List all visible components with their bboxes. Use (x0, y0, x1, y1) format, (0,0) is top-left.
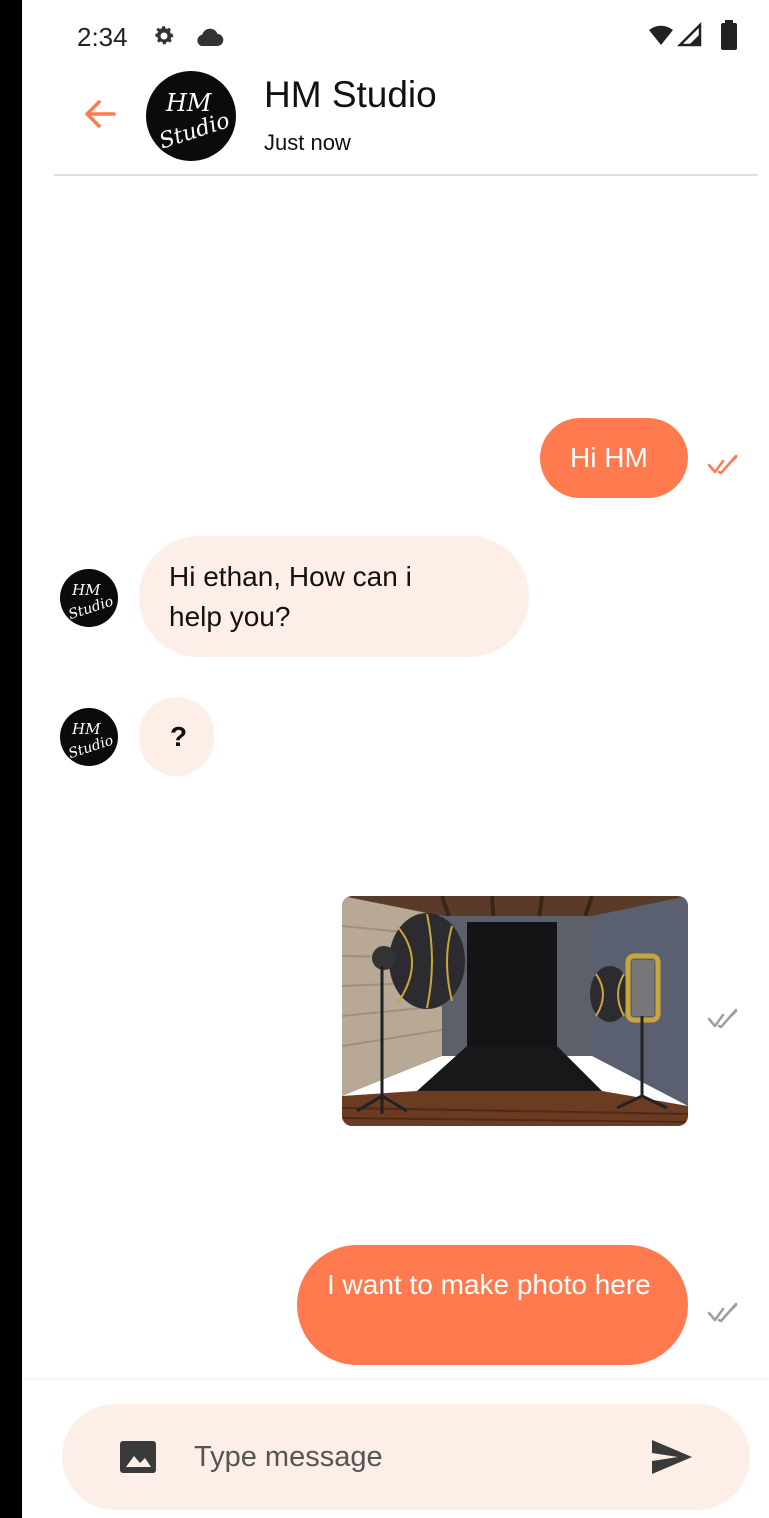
svg-text:HM: HM (165, 89, 213, 117)
image-icon[interactable] (118, 1439, 158, 1475)
message-text: I want to make photo here (327, 1269, 651, 1300)
composer-area (22, 1380, 769, 1518)
photo-studio-image[interactable] (342, 896, 688, 1126)
send-icon[interactable] (650, 1437, 694, 1477)
chat-last-seen: Just now (264, 130, 351, 155)
svg-text:HM: HM (71, 581, 101, 599)
hm-studio-logo: HM Studio (156, 89, 233, 155)
wifi-icon (649, 25, 673, 45)
avatar[interactable]: HM Studio (146, 71, 236, 161)
studio-photo (342, 896, 688, 1126)
message-text: ? (170, 721, 188, 752)
battery-icon (721, 20, 737, 50)
message-composer (62, 1404, 750, 1510)
message-text: Hi ethan, How can i help you? (169, 561, 412, 632)
message-received[interactable]: ? (139, 697, 214, 776)
avatar[interactable]: HM Studio (60, 708, 118, 766)
chat-header: HM Studio HM Studio Just now (22, 68, 769, 176)
chat-title: HM Studio (264, 74, 437, 115)
status-bar: 2:34 (22, 0, 769, 68)
chat-screen: 2:34 HM Studio HM Studio Just now Hi HM … (22, 0, 769, 1518)
signal-icon (677, 22, 702, 47)
message-received[interactable]: Hi ethan, How can i help you? (139, 536, 529, 657)
message-text: Hi HM (570, 442, 648, 473)
message-input[interactable] (194, 1432, 624, 1482)
message-sent[interactable]: I want to make photo here (297, 1245, 688, 1365)
header-divider (54, 174, 758, 176)
double-check-icon (707, 454, 738, 475)
message-sent[interactable]: Hi HM (540, 418, 688, 498)
arrow-left-icon[interactable] (80, 94, 120, 134)
double-check-icon (707, 1008, 738, 1029)
hm-studio-logo: HM Studio (67, 720, 116, 762)
avatar[interactable]: HM Studio (60, 569, 118, 627)
cloud-icon (197, 28, 224, 47)
svg-text:HM: HM (71, 720, 101, 738)
hm-studio-logo: HM Studio (67, 581, 116, 623)
status-time: 2:34 (77, 22, 128, 52)
double-check-icon (707, 1302, 738, 1323)
gear-icon (155, 26, 174, 45)
